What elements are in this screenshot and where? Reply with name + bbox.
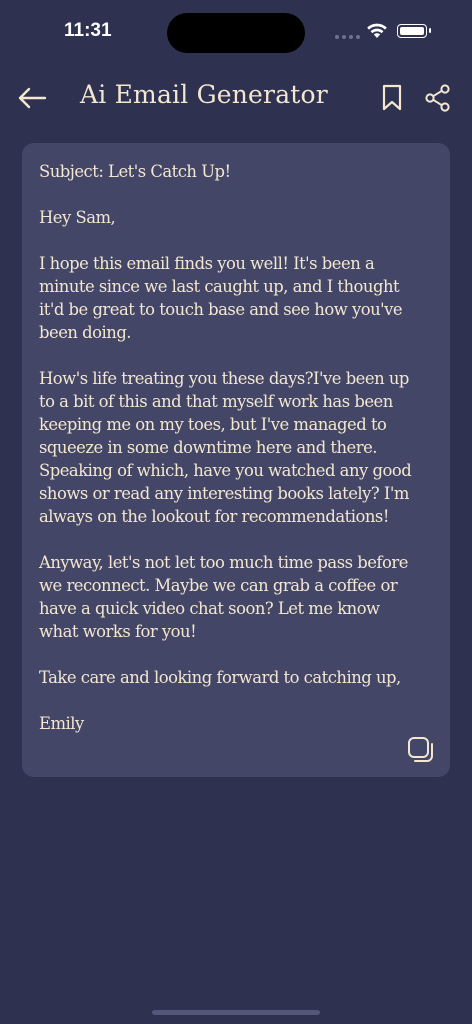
battery-icon [397, 24, 431, 38]
copy-button[interactable] [407, 736, 435, 764]
status-bar: 11:31 [0, 0, 472, 64]
page-title: Ai Email Generator [80, 80, 328, 109]
email-card: Subject: Let's Catch Up! Hey Sam, I hope… [22, 143, 450, 777]
bookmark-icon [382, 84, 402, 111]
share-icon [425, 84, 450, 112]
home-indicator [152, 1010, 320, 1015]
app-header: Ai Email Generator [0, 72, 472, 122]
email-body: Subject: Let's Catch Up! Hey Sam, I hope… [39, 162, 412, 733]
cellular-signal-icon [335, 35, 360, 39]
copy-icon [408, 737, 433, 762]
share-button[interactable] [418, 78, 458, 118]
arrow-left-icon [18, 87, 47, 109]
status-time: 11:31 [64, 20, 112, 41]
back-button[interactable] [12, 78, 52, 118]
dynamic-island [167, 13, 305, 53]
wifi-icon [367, 23, 387, 38]
bookmark-button[interactable] [372, 78, 412, 118]
